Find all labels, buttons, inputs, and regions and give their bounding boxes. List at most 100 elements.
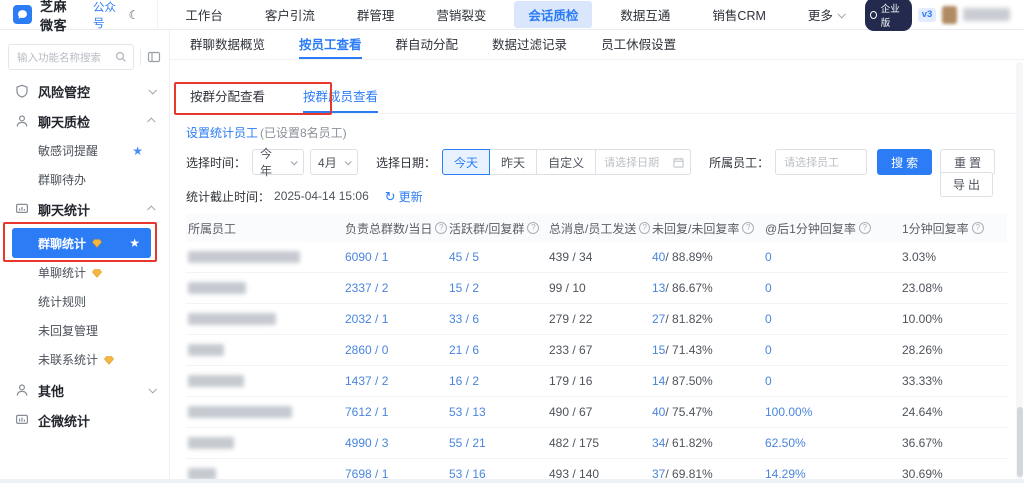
unreplied-count[interactable]: 14 [652,374,665,388]
sidebar-item-single-chat-stats[interactable]: 单聊统计 [0,258,169,287]
cell-at-one-min-rate[interactable]: 0 [763,366,900,396]
cell-active-groups[interactable]: 21 / 6 [447,335,547,365]
col-header-one-min-rate[interactable]: 1分钟回复率 [900,214,1007,242]
table-row[interactable]: 7612 / 1 53 / 13 490 / 67 40 / 75.47% 10… [186,397,1007,428]
bar-chart-icon [14,413,29,428]
staff-select-input[interactable]: 请选择员工 [775,149,867,175]
sidebar-item-group-todo[interactable]: 群聊待办 [0,165,169,194]
cell-total-groups[interactable]: 6090 / 1 [343,242,447,272]
subtab-view-by-group-assignment[interactable]: 按群分配查看 [190,79,265,113]
cell-total-groups[interactable]: 2032 / 1 [343,304,447,334]
cell-active-groups[interactable]: 16 / 2 [447,366,547,396]
sidebar-item-chat-stats[interactable]: 聊天统计 [0,194,169,224]
sidebar-item-risk-control[interactable]: 风险管控 [0,76,169,106]
sidebar-item-uncontacted-stats[interactable]: 未联系统计 [0,345,169,374]
user-avatar[interactable] [942,6,957,24]
cell-at-one-min-rate[interactable]: 100.00% [763,397,900,427]
table-row[interactable]: 1437 / 2 16 / 2 179 / 16 14 / 87.50% 0 3… [186,366,1007,397]
cell-total-groups[interactable]: 1437 / 2 [343,366,447,396]
col-header-active-groups[interactable]: 活跃群/回复群 [447,214,547,242]
cell-at-one-min-rate[interactable]: 0 [763,304,900,334]
nav-marketing-fission[interactable]: 营销裂变 [422,1,500,28]
col-header-total-groups[interactable]: 负责总群数/当日 [343,214,447,242]
nav-conversation-qc[interactable]: 会话质检 [514,1,592,28]
help-icon[interactable] [435,222,447,234]
date-option-custom[interactable]: 自定义 [536,149,596,175]
table-row[interactable]: 2337 / 2 15 / 2 99 / 10 13 / 86.67% 0 23… [186,273,1007,304]
sidebar-item-group-chat-stats-selected[interactable]: 群聊统计 ★ [12,228,151,258]
sidebar-item-others[interactable]: 其他 [0,375,169,405]
date-picker-input[interactable]: 请选择日期 [595,149,691,175]
cell-at-one-min-rate[interactable]: 0 [763,242,900,272]
cell-active-groups[interactable]: 33 / 6 [447,304,547,334]
sidebar-item-chat-qc[interactable]: 聊天质检 [0,106,169,136]
subtab-view-by-group-member[interactable]: 按群成员查看 [303,79,378,113]
unreplied-count[interactable]: 15 [652,343,665,357]
sidebar-item-sensitive-words[interactable]: 敏感词提醒 ★ [0,136,169,165]
cell-total-groups[interactable]: 2337 / 2 [343,273,447,303]
function-search-input[interactable]: 输入功能名称搜索 [8,44,134,70]
cell-active-groups[interactable]: 53 / 13 [447,397,547,427]
cell-one-min-rate: 23.08% [900,273,1007,303]
nav-sales-crm[interactable]: 销售CRM [698,1,779,28]
cell-at-one-min-rate[interactable]: 0 [763,335,900,365]
col-header-unreplied[interactable]: 未回复/未回复率 [650,214,763,242]
refresh-link[interactable]: ↻ 更新 [385,188,423,205]
set-stats-staff-link[interactable]: 设置统计员工 [186,124,258,141]
help-icon[interactable] [972,222,984,234]
favorite-star-icon[interactable]: ★ [129,237,140,249]
cell-total-groups[interactable]: 4990 / 3 [343,428,447,458]
nav-data-interchange[interactable]: 数据互通 [606,1,684,28]
help-icon[interactable] [742,222,754,234]
sidebar-item-wecom-stats[interactable]: 企微统计 [0,405,169,435]
table-row[interactable]: 2860 / 0 21 / 6 233 / 67 15 / 71.43% 0 2… [186,335,1007,366]
staff-select-placeholder: 请选择员工 [784,154,858,170]
favorite-star-icon[interactable]: ★ [132,145,143,157]
help-icon[interactable] [639,222,650,234]
cell-active-groups[interactable]: 55 / 21 [447,428,547,458]
cell-at-one-min-rate[interactable]: 62.50% [763,428,900,458]
tab-data-filter-records[interactable]: 数据过滤记录 [492,30,567,59]
cell-active-groups[interactable]: 45 / 5 [447,242,547,272]
table-row[interactable]: 4990 / 3 55 / 21 482 / 175 34 / 61.82% 6… [186,428,1007,459]
unreplied-count[interactable]: 13 [652,281,665,295]
export-button[interactable]: 导出 [940,172,993,197]
vertical-scrollbar-thumb[interactable] [1017,407,1023,477]
nav-customer-acquisition[interactable]: 客户引流 [251,1,329,28]
unreplied-count[interactable]: 40 [652,250,665,264]
unreplied-count[interactable]: 40 [652,405,665,419]
date-option-today[interactable]: 今天 [442,149,490,175]
month-select[interactable]: 4月 [310,149,358,175]
sidebar-item-stats-rules[interactable]: 统计规则 [0,287,169,316]
date-option-yesterday[interactable]: 昨天 [489,149,537,175]
cell-at-one-min-rate[interactable]: 0 [763,273,900,303]
col-header-at-one-min-rate[interactable]: @后1分钟回复率 [763,214,900,242]
collapse-sidebar-icon[interactable] [147,50,161,64]
cell-total-groups[interactable]: 2860 / 0 [343,335,447,365]
help-icon[interactable] [527,222,539,234]
help-icon[interactable] [859,222,871,234]
vertical-scrollbar-track[interactable] [1016,62,1023,479]
search-button[interactable]: 搜索 [877,149,932,175]
dark-mode-icon[interactable]: ☾ [129,9,140,21]
table-row[interactable]: 2032 / 1 33 / 6 279 / 22 27 / 81.82% 0 1… [186,304,1007,335]
official-account-link[interactable]: 公众号 [93,0,119,31]
nav-workbench[interactable]: 工作台 [171,1,237,28]
tab-group-auto-assign[interactable]: 群自动分配 [396,30,459,59]
nav-group-management[interactable]: 群管理 [343,1,409,28]
tab-view-by-employee[interactable]: 按员工查看 [299,30,362,59]
col-header-total-messages[interactable]: 总消息/员工发送 [547,214,650,242]
unreplied-count[interactable]: 27 [652,312,665,326]
year-select[interactable]: 今年 [252,149,304,175]
cell-active-groups[interactable]: 15 / 2 [447,273,547,303]
unreplied-count[interactable]: 34 [652,436,665,450]
col-header-label: @后1分钟回复率 [765,220,856,237]
tab-employee-leave-settings[interactable]: 员工休假设置 [601,30,676,59]
tab-group-data-overview[interactable]: 群聊数据概览 [190,30,265,59]
col-header-employee[interactable]: 所属员工 [186,214,343,242]
table-row[interactable]: 6090 / 1 45 / 5 439 / 34 40 / 88.89% 0 3… [186,242,1007,273]
nav-more[interactable]: 更多 [794,1,858,28]
sidebar-item-unreplied-management[interactable]: 未回复管理 [0,316,169,345]
cell-employee [186,335,343,365]
cell-total-groups[interactable]: 7612 / 1 [343,397,447,427]
